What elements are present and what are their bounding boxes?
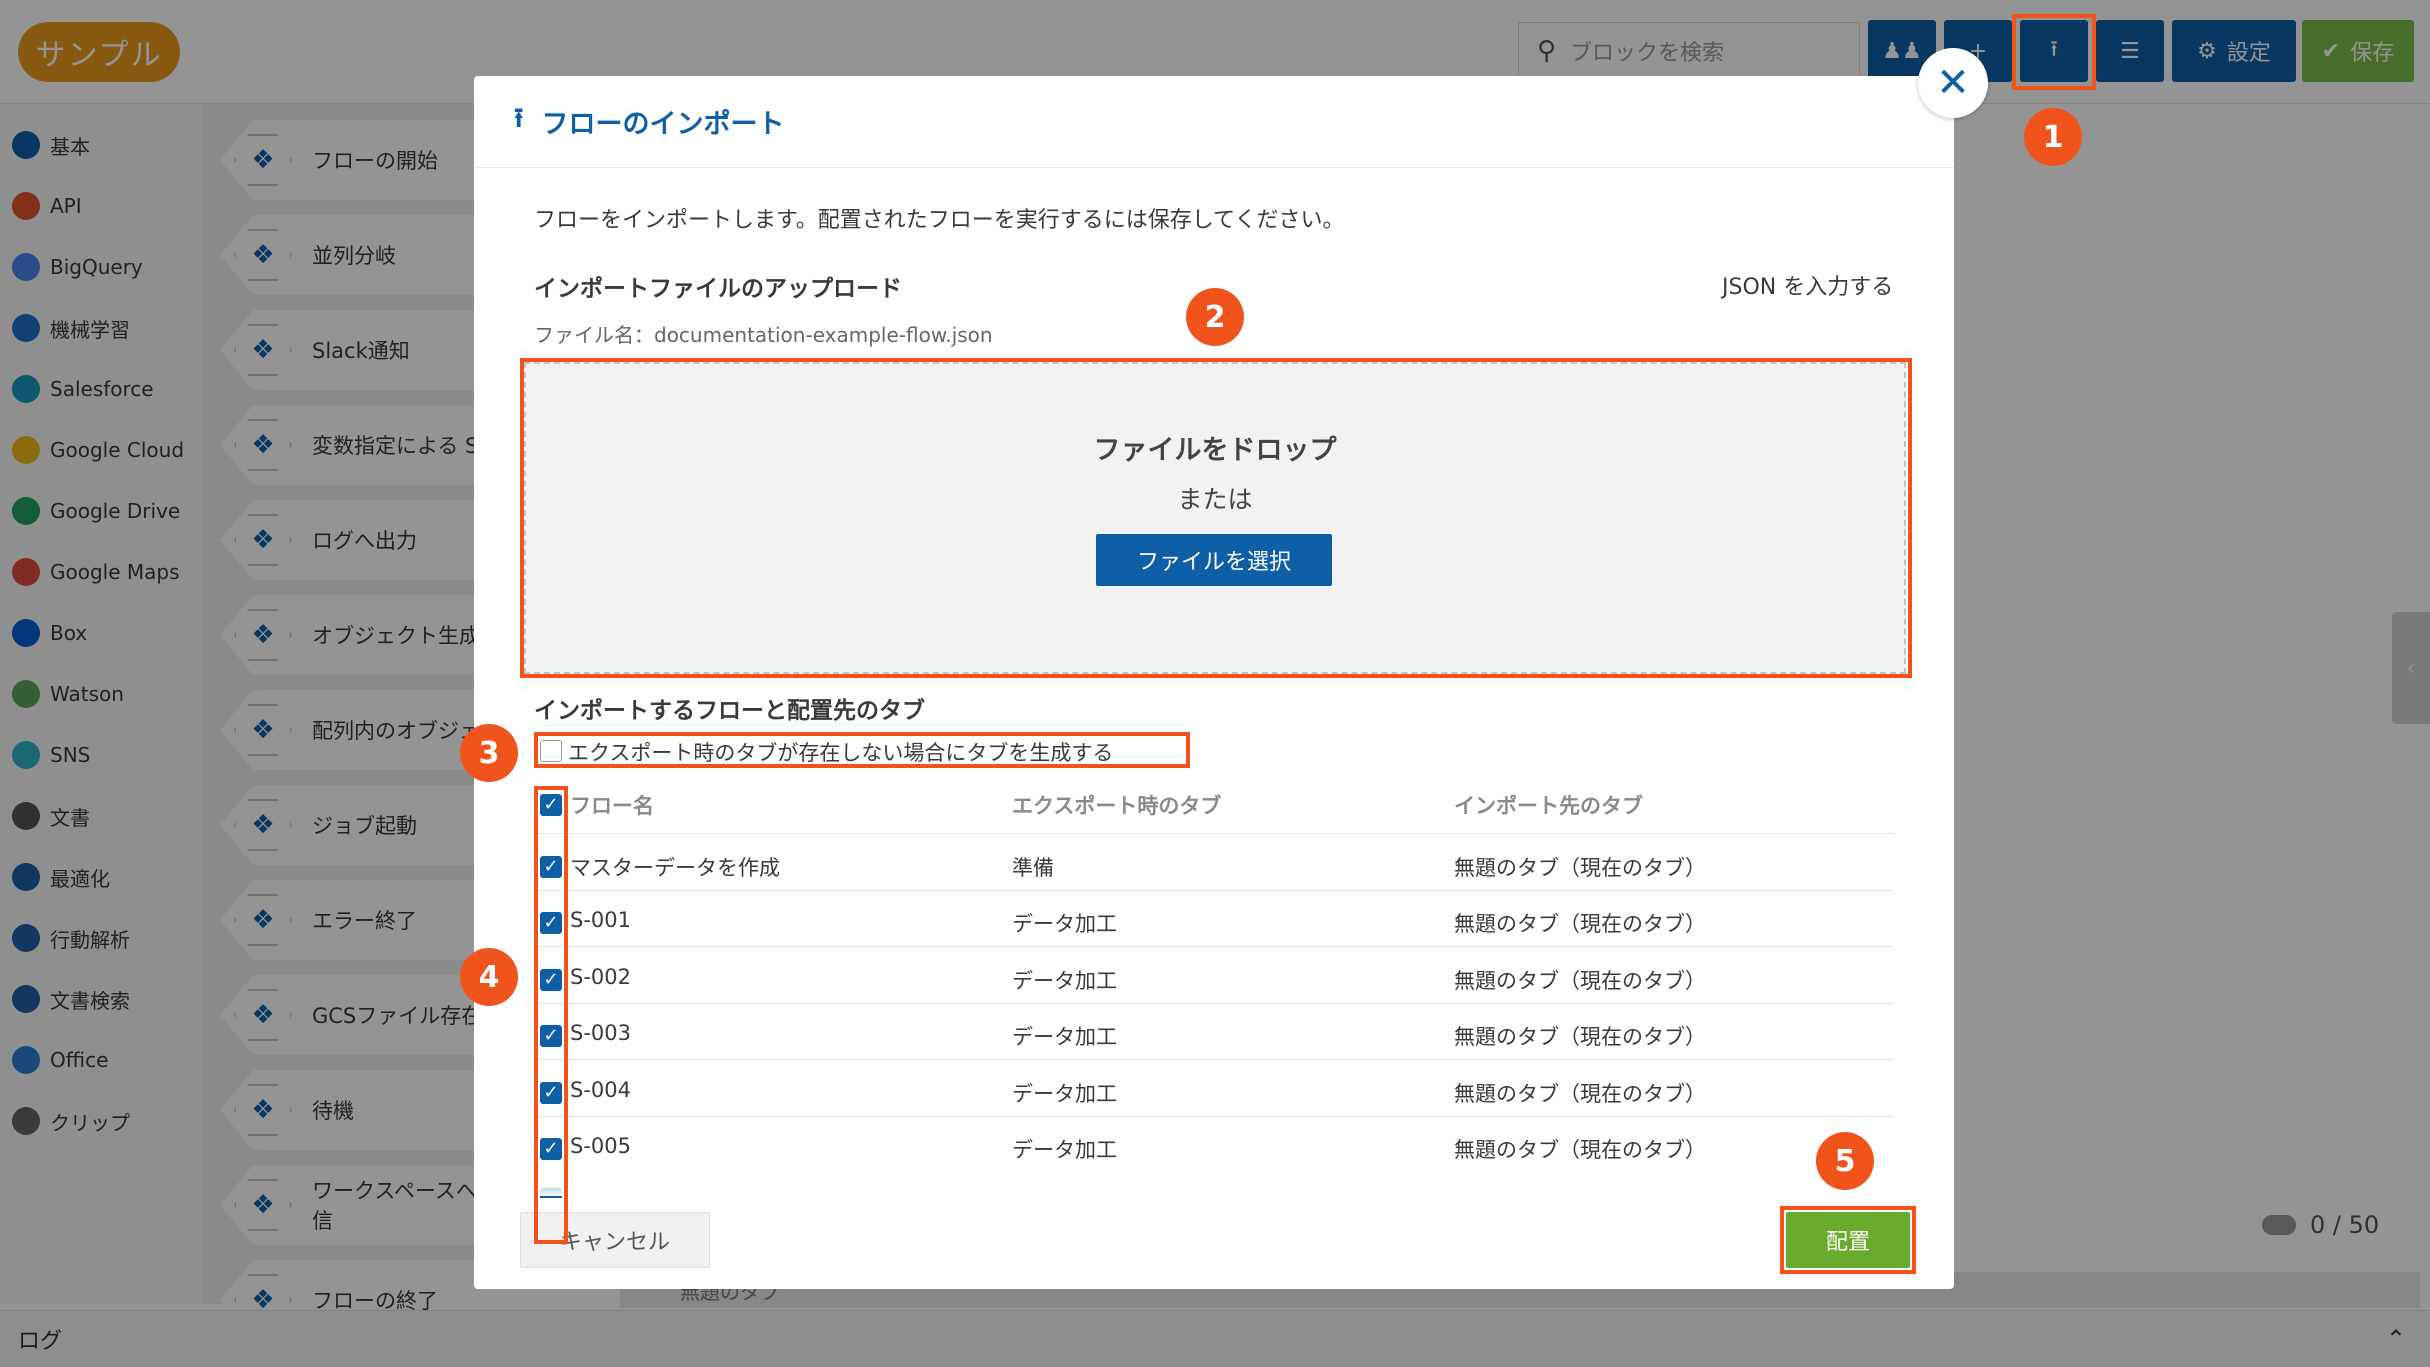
close-icon: ✕ (1936, 60, 1970, 106)
file-name: ファイル名：documentation-example-flow.json (534, 323, 993, 347)
export-tab-cell: 準備 (1012, 856, 1054, 880)
flow-name-cell: S-002 (570, 964, 631, 989)
annotation-badge-5: 5 (1816, 1132, 1874, 1190)
annotation-highlight-create-tab (534, 732, 1190, 768)
flows-heading: インポートするフローと配置先のタブ (534, 698, 925, 724)
flow-name-cell: S-005 (570, 1134, 631, 1158)
table-row-divider (534, 890, 1894, 891)
json-input-link[interactable]: JSON を入力する (1722, 269, 1893, 301)
column-flow-name: フロー名 (570, 794, 654, 818)
dialog-description: フローをインポートします。配置されたフローを実行するには保存してください。 (534, 208, 1345, 233)
import-flow-dialog: ⭱ フローのインポート フローをインポートします。配置されたフローを実行するには… (474, 76, 1954, 1289)
dialog-header: ⭱ フローのインポート (474, 76, 1954, 168)
annotation-badge-1: 1 (2024, 108, 2082, 166)
import-tab-cell[interactable]: 無題のタブ（現在のタブ） (1454, 908, 1706, 938)
export-tab-cell: データ加工 (1012, 1081, 1117, 1106)
import-tab-cell[interactable]: 無題のタブ（現在のタブ） (1454, 852, 1706, 882)
annotation-badge-4: 4 (460, 948, 518, 1006)
export-tab-cell: データ加工 (1012, 1138, 1117, 1162)
flow-name-cell: マスターデータを作成 (570, 856, 780, 880)
flow-name-cell: S-001 (570, 908, 631, 933)
annotation-highlight-deploy (1780, 1206, 1916, 1274)
upload-heading: インポートファイルのアップロード (534, 276, 902, 302)
table-divider (534, 833, 1894, 834)
flow-name-cell: S-003 (570, 1021, 631, 1046)
import-tab-cell[interactable]: 無題のタブ（現在のタブ） (1454, 1078, 1706, 1108)
column-export-tab: エクスポート時のタブ (1012, 794, 1222, 818)
dialog-title: フローのインポート (541, 109, 785, 140)
table-scroll-fade (474, 1166, 1954, 1196)
table-row-divider (534, 1115, 1894, 1117)
export-tab-cell: データ加工 (1012, 912, 1117, 937)
annotation-badge-2: 2 (1186, 288, 1244, 346)
table-row-divider (534, 1059, 1894, 1061)
import-tab-cell[interactable]: 無題のタブ（現在のタブ） (1454, 1134, 1706, 1164)
close-dialog-button[interactable]: ✕ (1918, 48, 1988, 118)
annotation-highlight-row-checkboxes (534, 786, 568, 1244)
flow-name-cell: S-004 (570, 1077, 631, 1102)
annotation-highlight-import-button (2012, 14, 2096, 90)
upload-icon: ⭱ (514, 102, 524, 134)
table-row-divider (534, 946, 1894, 948)
annotation-badge-3: 3 (460, 724, 518, 782)
table-row-divider (534, 1002, 1894, 1004)
annotation-highlight-dropzone (520, 358, 1912, 678)
import-tab-cell[interactable]: 無題のタブ（現在のタブ） (1454, 965, 1706, 995)
export-tab-cell: データ加工 (1012, 1025, 1117, 1050)
column-import-tab: インポート先のタブ (1454, 794, 1643, 818)
import-tab-cell[interactable]: 無題のタブ（現在のタブ） (1454, 1021, 1706, 1051)
export-tab-cell: データ加工 (1012, 968, 1117, 993)
